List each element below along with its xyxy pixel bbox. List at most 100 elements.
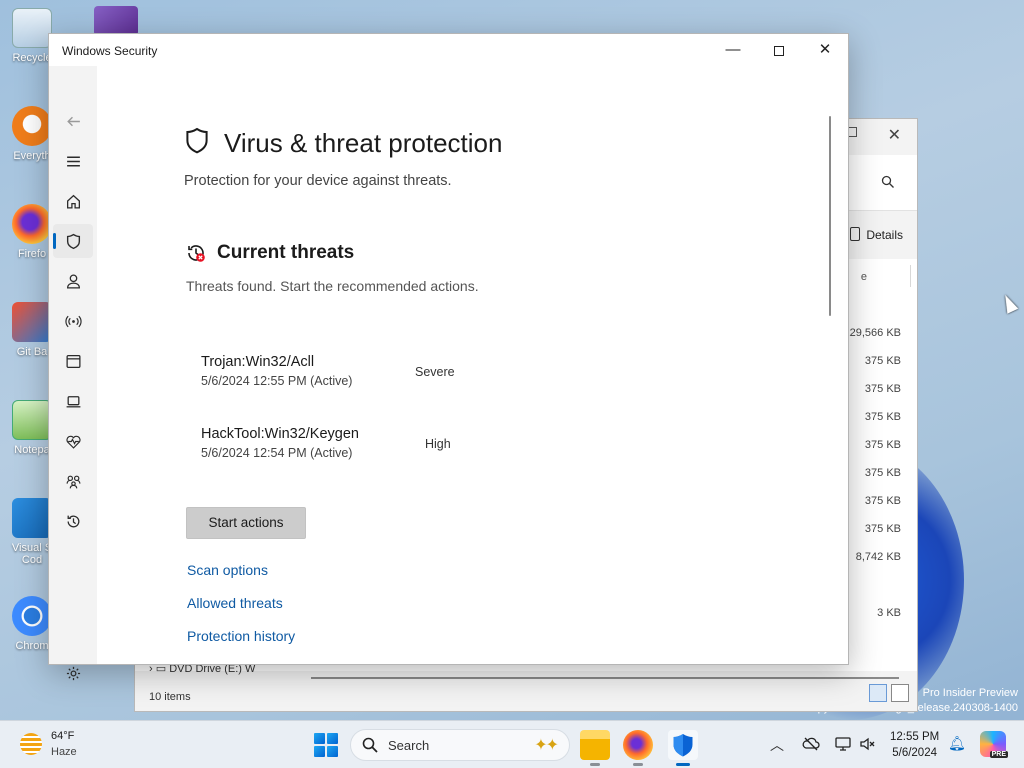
nav-item-settings[interactable] xyxy=(53,656,93,690)
firefox-icon xyxy=(12,204,52,244)
taskbar: 64°F Haze Search ✦✦ ︿ 12:55 PM 5/6/2024 … xyxy=(0,720,1024,768)
search-highlight-sparkle-icon: ✦✦ xyxy=(534,737,559,754)
explorer-horizontal-scrollbar[interactable] xyxy=(311,677,899,679)
nav-item-device-health[interactable] xyxy=(53,424,93,458)
protection-history-link[interactable]: Protection history xyxy=(187,628,295,644)
git-bash-icon xyxy=(12,302,52,342)
firefox-taskbar-button[interactable] xyxy=(623,730,653,766)
allowed-threats-link[interactable]: Allowed threats xyxy=(187,595,283,611)
threat-timestamp: 5/6/2024 12:54 PM (Active) xyxy=(201,446,353,460)
maximize-icon xyxy=(774,46,784,56)
volume-muted-icon[interactable] xyxy=(858,735,876,753)
notification-bell-icon[interactable]: 🔔︎ xyxy=(948,735,966,752)
file-size: 375 KB xyxy=(864,411,901,423)
onedrive-offline-icon[interactable] xyxy=(802,735,820,753)
everything-search-icon xyxy=(12,106,52,146)
file-size: 375 KB xyxy=(864,467,901,479)
file-size: 375 KB xyxy=(864,495,901,507)
details-view-button[interactable] xyxy=(869,684,887,702)
back-button[interactable] xyxy=(53,104,93,138)
copilot-pre-badge: PRE xyxy=(989,751,1008,758)
system-clock[interactable]: 12:55 PM 5/6/2024 xyxy=(890,729,939,761)
windows-logo-pane xyxy=(327,746,338,757)
back-arrow-icon xyxy=(66,116,80,126)
windows-logo-pane xyxy=(314,746,325,757)
file-explorer-taskbar-button[interactable] xyxy=(580,730,610,766)
recycle-bin-icon xyxy=(12,8,52,48)
device-health-icon xyxy=(65,435,81,449)
desktop-icon-label: Git Ba xyxy=(16,346,48,358)
network-display-icon[interactable] xyxy=(834,735,852,753)
vscode-icon xyxy=(12,498,52,538)
file-size: 129,566 KB xyxy=(843,327,902,339)
nav-item-home[interactable] xyxy=(53,184,93,218)
copilot-preview-icon[interactable]: PRE xyxy=(980,731,1008,758)
large-icons-view-button[interactable] xyxy=(891,684,909,702)
windows-logo-pane xyxy=(314,733,325,744)
close-button[interactable]: ✕ xyxy=(802,38,848,64)
explorer-column-header-fragment[interactable]: e xyxy=(861,271,867,283)
clock-date: 5/6/2024 xyxy=(892,747,937,759)
windows-security-taskbar-button[interactable] xyxy=(668,730,698,766)
notepad-plus-icon xyxy=(12,400,52,440)
start-button[interactable] xyxy=(314,733,338,757)
family-options-icon xyxy=(66,475,80,488)
current-threats-subtitle: Threats found. Start the recommended act… xyxy=(186,278,479,294)
protection-history-icon xyxy=(67,515,79,527)
windows-logo-pane xyxy=(327,733,338,744)
explorer-search-icon[interactable] xyxy=(881,175,895,192)
file-size xyxy=(844,577,902,605)
desktop-icon-label: Everyth xyxy=(13,150,51,162)
explorer-size-column: 129,566 KB 375 KB 375 KB 375 KB 375 KB 3… xyxy=(844,325,902,633)
menu-button[interactable] xyxy=(53,144,93,178)
show-hidden-icons-chevron-icon[interactable]: ︿ xyxy=(770,735,784,755)
main-content: Virus & threat protection Protection for… xyxy=(97,66,834,664)
file-size: 375 KB xyxy=(864,383,901,395)
app-browser-control-icon xyxy=(65,354,81,368)
threat-item[interactable]: HackTool:Win32/Keygen 5/6/2024 12:54 PM … xyxy=(201,426,359,460)
threat-timestamp: 5/6/2024 12:55 PM (Active) xyxy=(201,374,353,388)
threat-item[interactable]: Trojan:Win32/Acll 5/6/2024 12:55 PM (Act… xyxy=(201,354,352,388)
page-subtitle: Protection for your device against threa… xyxy=(184,173,452,189)
start-actions-button[interactable]: Start actions xyxy=(186,507,306,539)
search-icon xyxy=(362,737,378,753)
chrome-icon xyxy=(12,596,52,636)
nav-item-firewall[interactable] xyxy=(53,304,93,338)
nav-item-account-protection[interactable] xyxy=(53,264,93,298)
scan-options-link[interactable]: Scan options xyxy=(187,562,268,578)
minimize-button[interactable]: — xyxy=(710,38,756,64)
explorer-details-button[interactable]: Details xyxy=(850,227,903,242)
weather-temperature[interactable]: 64°F xyxy=(51,730,74,742)
shield-icon xyxy=(66,233,80,249)
explorer-status-bar: 10 items xyxy=(149,691,191,703)
window-title: Windows Security xyxy=(62,44,158,58)
explorer-column-separator[interactable] xyxy=(910,265,911,287)
home-icon xyxy=(66,194,80,209)
nav-item-device-security[interactable] xyxy=(53,384,93,418)
maximize-button[interactable] xyxy=(756,38,802,64)
weather-haze-icon[interactable] xyxy=(20,733,42,755)
taskbar-search[interactable]: Search ✦✦ xyxy=(350,729,570,761)
vertical-scrollbar[interactable] xyxy=(829,116,831,316)
settings-gear-icon xyxy=(66,666,80,680)
file-size: 8,742 KB xyxy=(855,551,901,563)
nav-item-protection-history[interactable] xyxy=(53,504,93,538)
nav-item-app-browser-control[interactable] xyxy=(53,344,93,378)
weather-condition[interactable]: Haze xyxy=(51,746,77,758)
windows-security-window[interactable]: Windows Security — ✕ Virus & threat prot… xyxy=(48,33,849,680)
account-icon xyxy=(66,273,80,289)
current-threats-heading: Current threats xyxy=(217,242,355,263)
explorer-close-icon[interactable]: ✕ xyxy=(888,125,901,145)
nav-item-virus-threat-protection[interactable] xyxy=(53,224,93,258)
threat-name: Trojan:Win32/Acll xyxy=(201,354,315,370)
file-size: 375 KB xyxy=(864,355,901,367)
title-bar[interactable]: Windows Security — ✕ xyxy=(49,34,848,66)
nav-item-family-options[interactable] xyxy=(53,464,93,498)
navigation-rail xyxy=(49,66,97,680)
visual-studio-desktop-icon[interactable] xyxy=(94,6,138,36)
clock-time: 12:55 PM xyxy=(890,731,940,743)
desktop-icon-label: Recycle xyxy=(12,52,52,64)
file-size: 375 KB xyxy=(864,523,901,535)
threat-severity: High xyxy=(425,437,451,451)
desktop-icon-label: Notepa xyxy=(14,444,50,456)
